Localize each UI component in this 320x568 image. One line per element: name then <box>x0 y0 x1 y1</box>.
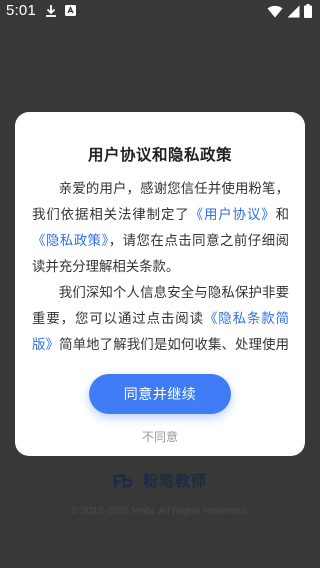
status-bar: 5:01 <box>0 0 320 24</box>
status-time: 5:01 <box>6 2 36 19</box>
privacy-dialog: 用户协议和隐私政策 亲爱的用户，感谢您信任并使用粉笔，我们依据相关法律制定了《用… <box>15 112 305 456</box>
download-icon <box>46 5 56 17</box>
app-notification-icon <box>65 5 76 16</box>
status-right-icons <box>267 4 312 18</box>
paragraph-2-text-2: 简单地了解我们是如何收集、处理使用个人 <box>59 338 289 353</box>
dialog-body: 亲爱的用户，感谢您信任并使用粉笔，我们依据相关法律制定了《用户协议》和《隐私政策… <box>32 177 289 353</box>
fenbi-logo-icon <box>113 473 133 488</box>
dialog-title: 用户协议和隐私政策 <box>87 146 232 164</box>
footer-copyright: © 2012-2025 fenbi. All Rights Reserved. <box>70 506 250 517</box>
disagree-button[interactable]: 不同意 <box>110 426 210 446</box>
footer-logo-text: 粉笔教师 <box>142 472 207 490</box>
privacy-policy-link[interactable]: 《隐私政策》 <box>32 234 109 249</box>
agree-continue-button[interactable]: 同意并继续 <box>89 374 231 414</box>
user-agreement-link[interactable]: 《用户协议》 <box>190 208 276 223</box>
footer-logo: 粉笔教师 <box>0 470 320 491</box>
dialog-paragraph-1: 亲爱的用户，感谢您信任并使用粉笔，我们依据相关法律制定了《用户协议》和《隐私政策… <box>32 177 289 281</box>
signal-icon <box>287 5 300 17</box>
dialog-paragraph-2: 我们深知个人信息安全与隐私保护非要重要，您可以通过点击阅读《隐私条款简版》简单地… <box>32 281 289 353</box>
battery-icon <box>304 4 312 18</box>
paragraph-1-text-2: 和 <box>275 208 289 223</box>
wifi-icon <box>267 5 283 17</box>
